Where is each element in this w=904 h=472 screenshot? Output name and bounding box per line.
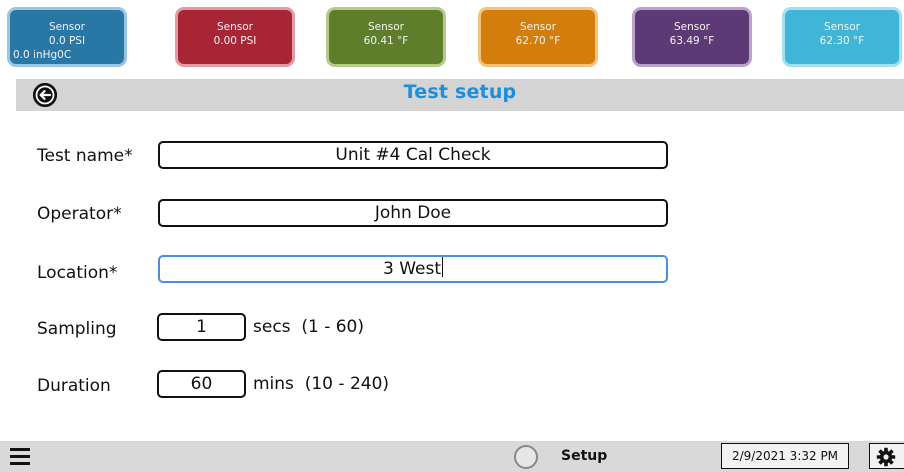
page-title: Test setup [403,81,517,103]
sensor-name: Sensor [824,21,860,33]
sensor-reading: 62.70 °F [515,35,561,47]
sensor-name: Sensor [520,21,556,33]
duration-unit-text: mins [253,374,294,394]
duration-field[interactable]: 60 [157,370,246,398]
sensor-tile-3[interactable]: Sensor 60.41 °F [326,7,446,67]
duration-label: Duration [37,376,111,396]
text-caret [442,257,443,277]
sensor-name: Sensor [49,21,85,33]
sensor-reading: 60.41 °F [363,35,409,47]
sensor-name: Sensor [674,21,710,33]
sensor-bar: Sensor 0.0 PSI 0.0 inHg0C Sensor 0.00 PS… [0,0,904,78]
datetime-display: 2/9/2021 3:32 PM [721,443,849,469]
operator-label: Operator* [37,204,122,224]
title-bar: Test setup [16,79,904,111]
sensor-reading: 0.00 PSI [213,35,257,47]
status-indicator-icon [514,445,538,469]
sensor-tile-5[interactable]: Sensor 63.49 °F [632,7,752,67]
test-name-label: Test name* [37,146,133,166]
test-name-field[interactable]: Unit #4 Cal Check [158,141,668,169]
sampling-label: Sampling [37,319,117,339]
sensor-reading: 0.0 PSI [48,35,86,47]
duration-range: (10 - 240) [304,374,390,394]
duration-unit: mins (10 - 240) [253,374,389,394]
sampling-field[interactable]: 1 [157,313,246,341]
bottom-bar: Setup 2/9/2021 3:32 PM [0,441,904,472]
gear-icon [876,447,896,467]
sensor-tile-6[interactable]: Sensor 62.30 °F [782,7,902,67]
location-value: 3 West [382,259,441,279]
sensor-tile-2[interactable]: Sensor 0.00 PSI [175,7,295,67]
hamburger-menu-icon[interactable] [10,447,32,465]
settings-button[interactable] [869,443,904,469]
sensor-reading: 62.30 °F [819,35,865,47]
status-label: Setup [561,448,608,464]
sensor-tile-4[interactable]: Sensor 62.70 °F [478,7,598,67]
location-label: Location* [37,263,118,283]
sensor-reading-secondary: 0.0 inHg0C [13,49,72,61]
sensor-name: Sensor [217,21,253,33]
sampling-unit-text: secs [253,317,291,337]
operator-field[interactable]: John Doe [158,199,668,227]
sensor-name: Sensor [368,21,404,33]
sensor-reading: 63.49 °F [669,35,715,47]
sampling-range: (1 - 60) [301,317,364,337]
sensor-tile-1[interactable]: Sensor 0.0 PSI 0.0 inHg0C [7,7,127,67]
sampling-unit: secs (1 - 60) [253,317,364,337]
location-field[interactable]: 3 West [158,255,668,283]
